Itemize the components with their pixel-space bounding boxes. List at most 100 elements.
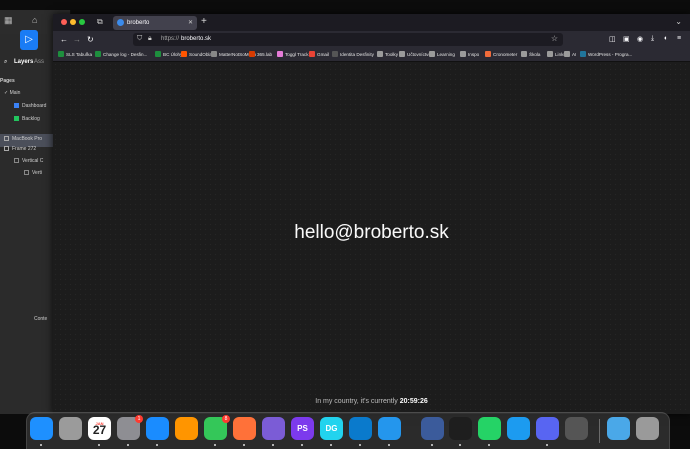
bookmark-item[interactable]: 365.lab bbox=[249, 51, 272, 57]
bookmark-icon bbox=[460, 51, 466, 57]
bookmark-item[interactable]: Toolky bbox=[377, 51, 398, 57]
dock: JAN 27 PS DG 1 8 bbox=[26, 412, 670, 449]
bookmark-icon bbox=[564, 51, 570, 57]
clock-prefix: In my country, it's currently bbox=[315, 398, 398, 405]
bookmark-item[interactable]: Change log - Desfin... bbox=[95, 51, 147, 57]
downloads-folder-icon[interactable] bbox=[607, 417, 630, 440]
affinity-icon[interactable] bbox=[262, 417, 285, 440]
bookmark-item[interactable]: Links bbox=[547, 51, 566, 57]
safari-icon[interactable] bbox=[146, 417, 169, 440]
forward-icon[interactable]: → bbox=[73, 35, 81, 44]
calendar-month: JAN bbox=[95, 421, 104, 426]
extension-icon[interactable]: ▣ bbox=[623, 35, 630, 43]
launchpad-icon[interactable] bbox=[59, 417, 82, 440]
bookmark-item[interactable]: BC Úlohy bbox=[155, 51, 182, 57]
zoom-window-button[interactable] bbox=[79, 19, 85, 25]
firefox-icon[interactable] bbox=[233, 417, 256, 440]
lock-icon[interactable]: 🔒︎ bbox=[148, 35, 152, 43]
tab-bar: ⧉ broberto ✕ + ⌄ bbox=[53, 14, 690, 31]
running-indicator bbox=[330, 444, 332, 446]
bookmark-star-icon[interactable]: ☆ bbox=[551, 34, 558, 43]
page-label: Backlog bbox=[22, 116, 40, 122]
bookmark-icon bbox=[211, 51, 217, 57]
bookmark-item[interactable]: Gmail bbox=[309, 51, 329, 57]
bookmark-item[interactable]: Toggl Track bbox=[277, 51, 309, 57]
running-indicator bbox=[243, 444, 245, 446]
calendar-icon[interactable]: JAN 27 bbox=[88, 417, 111, 440]
app-label: PS bbox=[297, 424, 308, 433]
bookmark-label: Learning bbox=[437, 52, 455, 57]
downloads-icon[interactable]: ⤓ bbox=[651, 35, 654, 43]
datagrip-icon[interactable]: DG bbox=[320, 417, 343, 440]
whatsapp-icon[interactable] bbox=[478, 417, 501, 440]
datastudio-icon[interactable] bbox=[421, 417, 444, 440]
shield-icon[interactable]: ⛉ bbox=[137, 35, 142, 43]
phpstorm-icon[interactable]: PS bbox=[291, 417, 314, 440]
bookmark-item[interactable]: Learning bbox=[429, 51, 455, 57]
bookmark-item[interactable]: Identita Desfinity bbox=[332, 51, 374, 57]
grid-icon[interactable]: ▦ bbox=[4, 15, 13, 26]
docker-icon[interactable] bbox=[378, 417, 401, 440]
bookmark-item[interactable]: AI bbox=[564, 51, 576, 57]
finder-icon[interactable] bbox=[30, 417, 53, 440]
close-tab-icon[interactable]: ✕ bbox=[188, 19, 193, 26]
bookmark-label: Identita Desfinity bbox=[340, 52, 374, 57]
bookmark-icon bbox=[429, 51, 435, 57]
page-content: hello@broberto.sk In my country, it's cu… bbox=[53, 62, 690, 414]
running-indicator bbox=[546, 444, 548, 446]
page-icon bbox=[14, 103, 19, 109]
layer-label: Verti bbox=[32, 170, 43, 176]
close-window-button[interactable] bbox=[61, 19, 67, 25]
bookmark-icon bbox=[547, 51, 553, 57]
bookmark-label: Učtovníctvo bbox=[407, 52, 431, 57]
back-icon[interactable]: ← bbox=[60, 35, 68, 44]
bookmark-label: Toggl Track bbox=[285, 52, 309, 57]
pocket-icon[interactable]: ◫ bbox=[609, 35, 616, 43]
figma-icon[interactable] bbox=[449, 417, 472, 440]
running-indicator bbox=[359, 444, 361, 446]
bookmark-item[interactable]: Inspo bbox=[460, 51, 479, 57]
layer-label: MacBook Pro bbox=[12, 136, 43, 142]
vscode-icon[interactable] bbox=[349, 417, 372, 440]
bookmark-icon bbox=[399, 51, 405, 57]
account-icon[interactable]: ◉ bbox=[637, 35, 643, 43]
bookmark-item[interactable]: SLS Tabuľka bbox=[58, 51, 92, 57]
page-label: Main bbox=[9, 90, 21, 96]
frame-icon bbox=[4, 146, 9, 152]
contact-email[interactable]: hello@broberto.sk bbox=[53, 222, 690, 244]
home-icon[interactable]: ⌂ bbox=[32, 15, 37, 25]
url-bar[interactable]: ⛉ 🔒︎ https:// broberto.sk ☆ bbox=[133, 33, 563, 46]
new-tab-button[interactable]: + bbox=[201, 16, 207, 27]
trash-icon[interactable] bbox=[636, 417, 659, 440]
running-indicator bbox=[98, 444, 100, 446]
calculator-icon[interactable] bbox=[565, 417, 588, 440]
bookmark-label: WordPress - Progra... bbox=[588, 52, 633, 57]
browser-tab[interactable]: broberto ✕ bbox=[113, 16, 197, 30]
nav-bar: ← → ↻ ⛉ 🔒︎ https:// broberto.sk ☆ ◫ ▣ ◉ … bbox=[53, 31, 690, 49]
bookmark-item[interactable]: Škola bbox=[521, 51, 541, 57]
profile-icon[interactable]: ◐ bbox=[664, 35, 668, 42]
autolayout-icon bbox=[24, 170, 29, 176]
search-icon[interactable]: ⌕ bbox=[4, 59, 7, 66]
running-indicator bbox=[40, 444, 42, 446]
tab-layers[interactable]: Layers bbox=[14, 59, 33, 65]
reload-icon[interactable]: ↻ bbox=[87, 35, 94, 44]
bookmark-item[interactable]: SoundOblak bbox=[181, 51, 214, 57]
books-icon[interactable] bbox=[175, 417, 198, 440]
running-indicator bbox=[156, 444, 158, 446]
bookmark-label: Cronometer bbox=[493, 52, 518, 57]
move-tool-icon[interactable]: ▷ bbox=[20, 30, 38, 50]
list-tabs-icon[interactable]: ⌄ bbox=[675, 17, 682, 26]
bookmark-icon bbox=[249, 51, 255, 57]
discord-icon[interactable] bbox=[536, 417, 559, 440]
bookmark-item[interactable]: WordPress - Progra... bbox=[580, 51, 632, 57]
bookmark-icon bbox=[377, 51, 383, 57]
tab-overview-icon[interactable]: ⧉ bbox=[97, 17, 103, 27]
bookmark-item[interactable]: Cronometer bbox=[485, 51, 517, 57]
tab-assets[interactable]: Ass bbox=[34, 59, 44, 65]
bookmark-label: Inspo bbox=[468, 52, 480, 57]
minimize-window-button[interactable] bbox=[70, 19, 76, 25]
menu-icon[interactable]: ≡ bbox=[677, 35, 681, 42]
testflight-icon[interactable] bbox=[507, 417, 530, 440]
bookmark-item[interactable]: Učtovníctvo bbox=[399, 51, 431, 57]
